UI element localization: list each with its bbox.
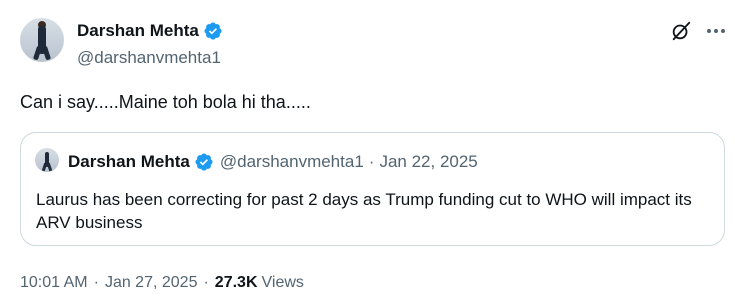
quoted-tweet-card[interactable]: Darshan Mehta @darshanvmehta1 · Jan 22, …: [20, 132, 725, 246]
author-handle[interactable]: @darshanvmehta1: [77, 48, 221, 68]
more-dot: [714, 29, 718, 33]
tweet-meta: 10:01 AM · Jan 27, 2025 · 27.3K Views: [20, 274, 304, 292]
quoted-tweet-text: Laurus has been correcting for past 2 da…: [36, 190, 692, 232]
author-name[interactable]: Darshan Mehta: [77, 21, 199, 41]
quoted-tweet-date: Jan 22, 2025: [379, 152, 478, 171]
more-dot: [707, 29, 711, 33]
verified-badge-icon: [204, 22, 222, 40]
author-avatar[interactable]: [20, 18, 64, 62]
quoted-author-handle: @darshanvmehta1: [219, 152, 364, 171]
verified-badge-icon: [195, 153, 213, 171]
separator-dot: ·: [93, 274, 99, 291]
grok-icon[interactable]: [670, 20, 692, 42]
views-count[interactable]: 27.3K: [215, 274, 258, 292]
more-icon[interactable]: [705, 21, 727, 41]
author-name-row[interactable]: Darshan Mehta: [77, 21, 223, 41]
views-label[interactable]: Views: [262, 274, 304, 292]
quoted-author-name: Darshan Mehta: [68, 152, 190, 171]
quoted-tweet-header: Darshan Mehta @darshanvmehta1 · Jan 22, …: [68, 152, 478, 172]
quoted-author-avatar: [35, 148, 59, 172]
tweet-time[interactable]: 10:01 AM: [20, 274, 88, 292]
separator-dot: ·: [368, 152, 375, 171]
avatar-leg-right: [41, 45, 52, 61]
tweet-text: Can i say.....Maine toh bola hi tha.....: [20, 92, 311, 112]
separator-dot: ·: [203, 274, 209, 291]
more-dot: [721, 29, 725, 33]
tweet-date[interactable]: Jan 27, 2025: [105, 274, 198, 292]
avatar-leg-right: [46, 162, 53, 172]
